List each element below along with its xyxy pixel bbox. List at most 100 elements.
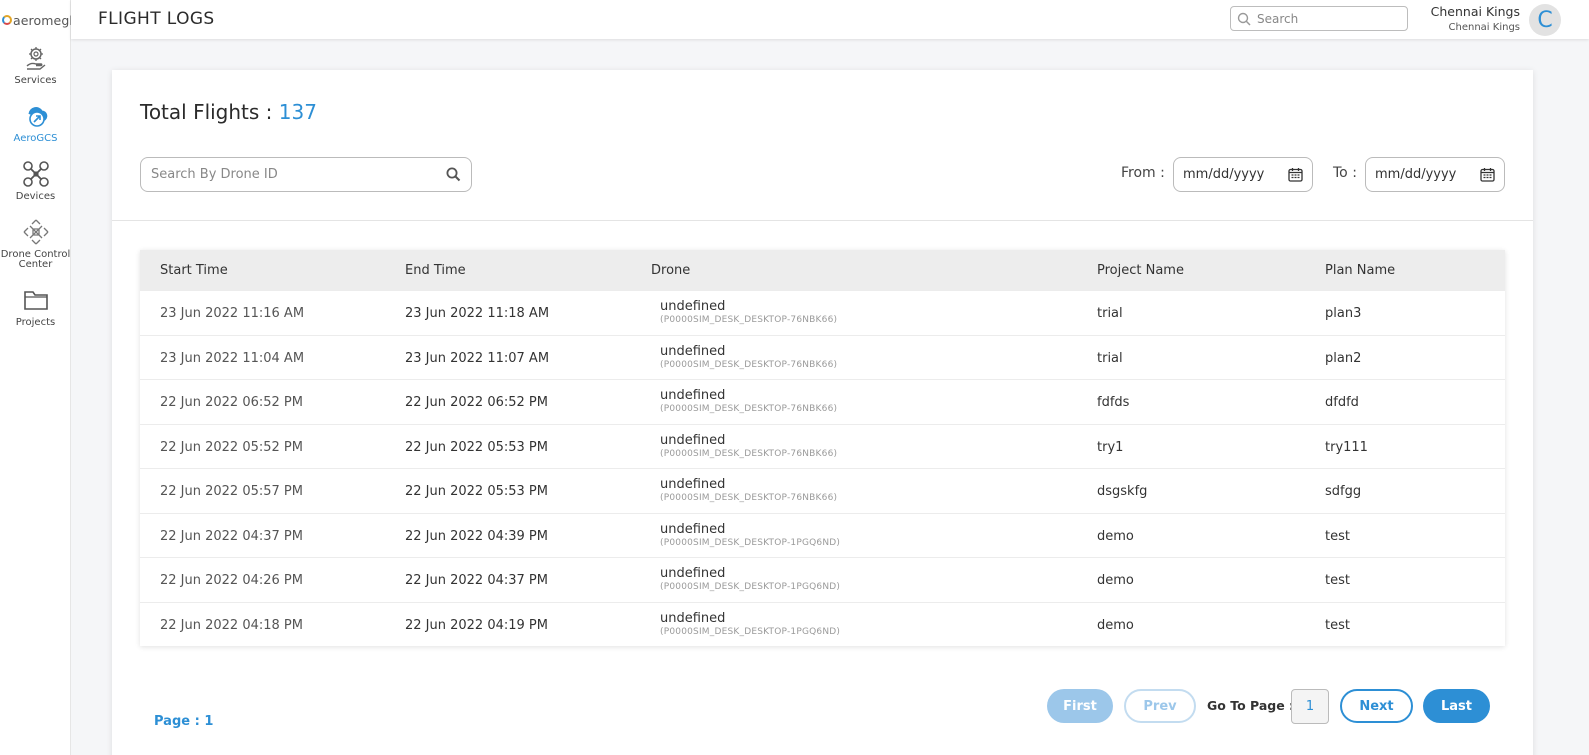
avatar[interactable]: C xyxy=(1529,4,1561,36)
sidebar-item-projects[interactable]: Projects xyxy=(0,286,71,328)
to-label: To : xyxy=(1333,165,1357,181)
search-icon xyxy=(1237,12,1251,26)
divider xyxy=(112,220,1533,221)
user-org: Chennai Kings xyxy=(1448,22,1520,33)
end-time-cell: 22 Jun 2022 04:39 PM xyxy=(405,528,548,544)
drone-id: (P0000SIM_DESK_DESKTOP-76NBK66) xyxy=(660,493,838,503)
table-row[interactable]: 22 Jun 2022 04:18 PM 22 Jun 2022 04:19 PM… xyxy=(140,601,1505,647)
total-flights-label: Total Flights : xyxy=(140,100,273,124)
from-label: From : xyxy=(1121,165,1165,181)
column-header-project-name[interactable]: Project Name xyxy=(1097,263,1184,278)
aerogcs-icon xyxy=(28,107,47,127)
sidebar-item-services[interactable]: Services xyxy=(0,44,71,86)
header-search-input[interactable] xyxy=(1257,11,1397,26)
drone-id: (P0000SIM_DESK_DESKTOP-1PGQ6ND) xyxy=(660,582,841,592)
sidebar-item-label: Devices xyxy=(15,191,56,202)
drone-cell: undefined (P0000SIM_DESK_DESKTOP-76NBK66) xyxy=(660,299,837,325)
sidebar-item-label: Drone Control Center xyxy=(0,249,71,270)
drone-id-search-input[interactable] xyxy=(151,167,446,182)
search-icon[interactable] xyxy=(446,167,461,182)
plan-name-cell: test xyxy=(1325,573,1350,588)
page-title: FLIGHT LOGS xyxy=(98,9,215,29)
drone-id-search[interactable] xyxy=(140,157,472,192)
sidebar-item-aerogcs[interactable]: AeroGCS xyxy=(0,102,71,144)
start-time-cell: 23 Jun 2022 11:16 AM xyxy=(160,306,305,321)
column-header-drone[interactable]: Drone xyxy=(651,263,690,278)
table-row[interactable]: 22 Jun 2022 04:26 PM 22 Jun 2022 04:37 PM… xyxy=(140,557,1505,602)
end-time-cell: 22 Jun 2022 06:52 PM xyxy=(405,395,548,410)
top-header: FLIGHT LOGS Chennai Kings Chennai Kings … xyxy=(71,0,1589,39)
table-row[interactable]: 22 Jun 2022 06:52 PM 22 Jun 2022 06:52 PM… xyxy=(140,379,1505,424)
table-body: 23 Jun 2022 11:16 AM 23 Jun 2022 11:18 AM… xyxy=(140,290,1505,646)
last-page-button[interactable]: Last xyxy=(1423,689,1490,723)
project-name-cell: try1 xyxy=(1097,439,1124,455)
end-time-cell: 22 Jun 2022 05:53 PM xyxy=(405,439,548,455)
drone-cell: undefined (P0000SIM_DESK_DESKTOP-76NBK66) xyxy=(660,344,837,370)
drone-control-icon xyxy=(23,219,48,245)
column-header-plan-name[interactable]: Plan Name xyxy=(1325,263,1395,278)
drone-cell: undefined (P0000SIM_DESK_DESKTOP-1PGQ6ND) xyxy=(660,566,840,592)
to-date-input[interactable]: mm/dd/yyyy xyxy=(1365,157,1505,192)
go-to-page-input[interactable] xyxy=(1291,689,1329,724)
first-page-button[interactable]: First xyxy=(1047,689,1113,723)
gear-hand-icon xyxy=(26,47,45,70)
project-name-cell: trial xyxy=(1097,350,1123,366)
drone-name: undefined xyxy=(660,388,726,403)
drone-name: undefined xyxy=(660,432,726,448)
drone-cell: undefined (P0000SIM_DESK_DESKTOP-76NBK66) xyxy=(660,433,837,459)
calendar-icon[interactable] xyxy=(1480,167,1495,182)
project-name-cell: trial xyxy=(1097,306,1123,321)
drone-id: (P0000SIM_DESK_DESKTOP-1PGQ6ND) xyxy=(660,537,841,548)
end-time-cell: 23 Jun 2022 11:18 AM xyxy=(405,306,550,321)
start-time-cell: 22 Jun 2022 05:57 PM xyxy=(160,484,303,499)
aeromegh-logo[interactable]: aeromegh xyxy=(2,9,77,31)
from-date-placeholder: mm/dd/yyyy xyxy=(1183,167,1265,182)
table-row[interactable]: 22 Jun 2022 05:52 PM 22 Jun 2022 05:53 PM… xyxy=(140,423,1505,469)
plan-name-cell: plan2 xyxy=(1325,350,1362,366)
drone-name: undefined xyxy=(660,477,726,492)
start-time-cell: 22 Jun 2022 06:52 PM xyxy=(160,395,303,410)
drone-cell: undefined (P0000SIM_DESK_DESKTOP-1PGQ6ND) xyxy=(660,522,840,548)
table-row[interactable]: 23 Jun 2022 11:16 AM 23 Jun 2022 11:18 AM… xyxy=(140,290,1505,335)
plan-name-cell: sdfgg xyxy=(1325,484,1362,499)
prev-page-button[interactable]: Prev xyxy=(1124,689,1196,723)
drone-id: (P0000SIM_DESK_DESKTOP-76NBK66) xyxy=(660,448,838,459)
current-page-label: Page : 1 xyxy=(154,714,214,729)
table-row[interactable]: 22 Jun 2022 04:37 PM 22 Jun 2022 04:39 PM… xyxy=(140,512,1505,558)
calendar-icon[interactable] xyxy=(1288,167,1303,182)
column-header-end-time[interactable]: End Time xyxy=(405,263,466,278)
end-time-cell: 22 Jun 2022 04:19 PM xyxy=(405,617,548,633)
plan-name-cell: dfdfd xyxy=(1325,395,1359,410)
project-name-cell: dsgskfg xyxy=(1097,484,1148,499)
to-date-placeholder: mm/dd/yyyy xyxy=(1375,167,1457,182)
sidebar-item-label: Services xyxy=(14,75,57,86)
table-row[interactable]: 22 Jun 2022 05:57 PM 22 Jun 2022 05:53 PM… xyxy=(140,468,1505,513)
sidebar-item-label: Projects xyxy=(15,317,56,328)
table-row[interactable]: 23 Jun 2022 11:04 AM 23 Jun 2022 11:07 AM… xyxy=(140,334,1505,380)
end-time-cell: 22 Jun 2022 04:37 PM xyxy=(405,573,548,588)
project-name-cell: demo xyxy=(1097,573,1134,588)
start-time-cell: 22 Jun 2022 04:18 PM xyxy=(160,617,303,633)
end-time-cell: 23 Jun 2022 11:07 AM xyxy=(405,350,550,366)
sidebar: aeromegh Services AeroGCS Devices Drone … xyxy=(0,0,77,755)
sidebar-item-drone-control-center[interactable]: Drone Control Center xyxy=(0,218,71,270)
project-name-cell: fdfds xyxy=(1097,395,1130,410)
header-search[interactable] xyxy=(1230,6,1408,31)
user-name[interactable]: Chennai Kings xyxy=(1431,4,1520,19)
column-header-start-time[interactable]: Start Time xyxy=(160,263,228,278)
drone-name: undefined xyxy=(660,521,726,537)
from-date-input[interactable]: mm/dd/yyyy xyxy=(1173,157,1313,192)
drone-id: (P0000SIM_DESK_DESKTOP-76NBK66) xyxy=(660,404,838,414)
total-flights-count: 137 xyxy=(278,100,317,124)
drone-icon xyxy=(22,161,49,187)
plan-name-cell: try111 xyxy=(1325,439,1368,455)
drone-name: undefined xyxy=(660,299,726,314)
flight-logs-card: Total Flights : 137 From : mm/dd/yyyy To… xyxy=(112,70,1533,755)
end-time-cell: 22 Jun 2022 05:53 PM xyxy=(405,484,548,499)
next-page-button[interactable]: Next xyxy=(1340,689,1413,723)
go-to-page-label: Go To Page : xyxy=(1207,698,1295,713)
drone-name: undefined xyxy=(660,566,726,581)
sidebar-item-devices[interactable]: Devices xyxy=(0,160,71,202)
plan-name-cell: plan3 xyxy=(1325,306,1362,321)
drone-cell: undefined (P0000SIM_DESK_DESKTOP-1PGQ6ND) xyxy=(660,611,840,637)
